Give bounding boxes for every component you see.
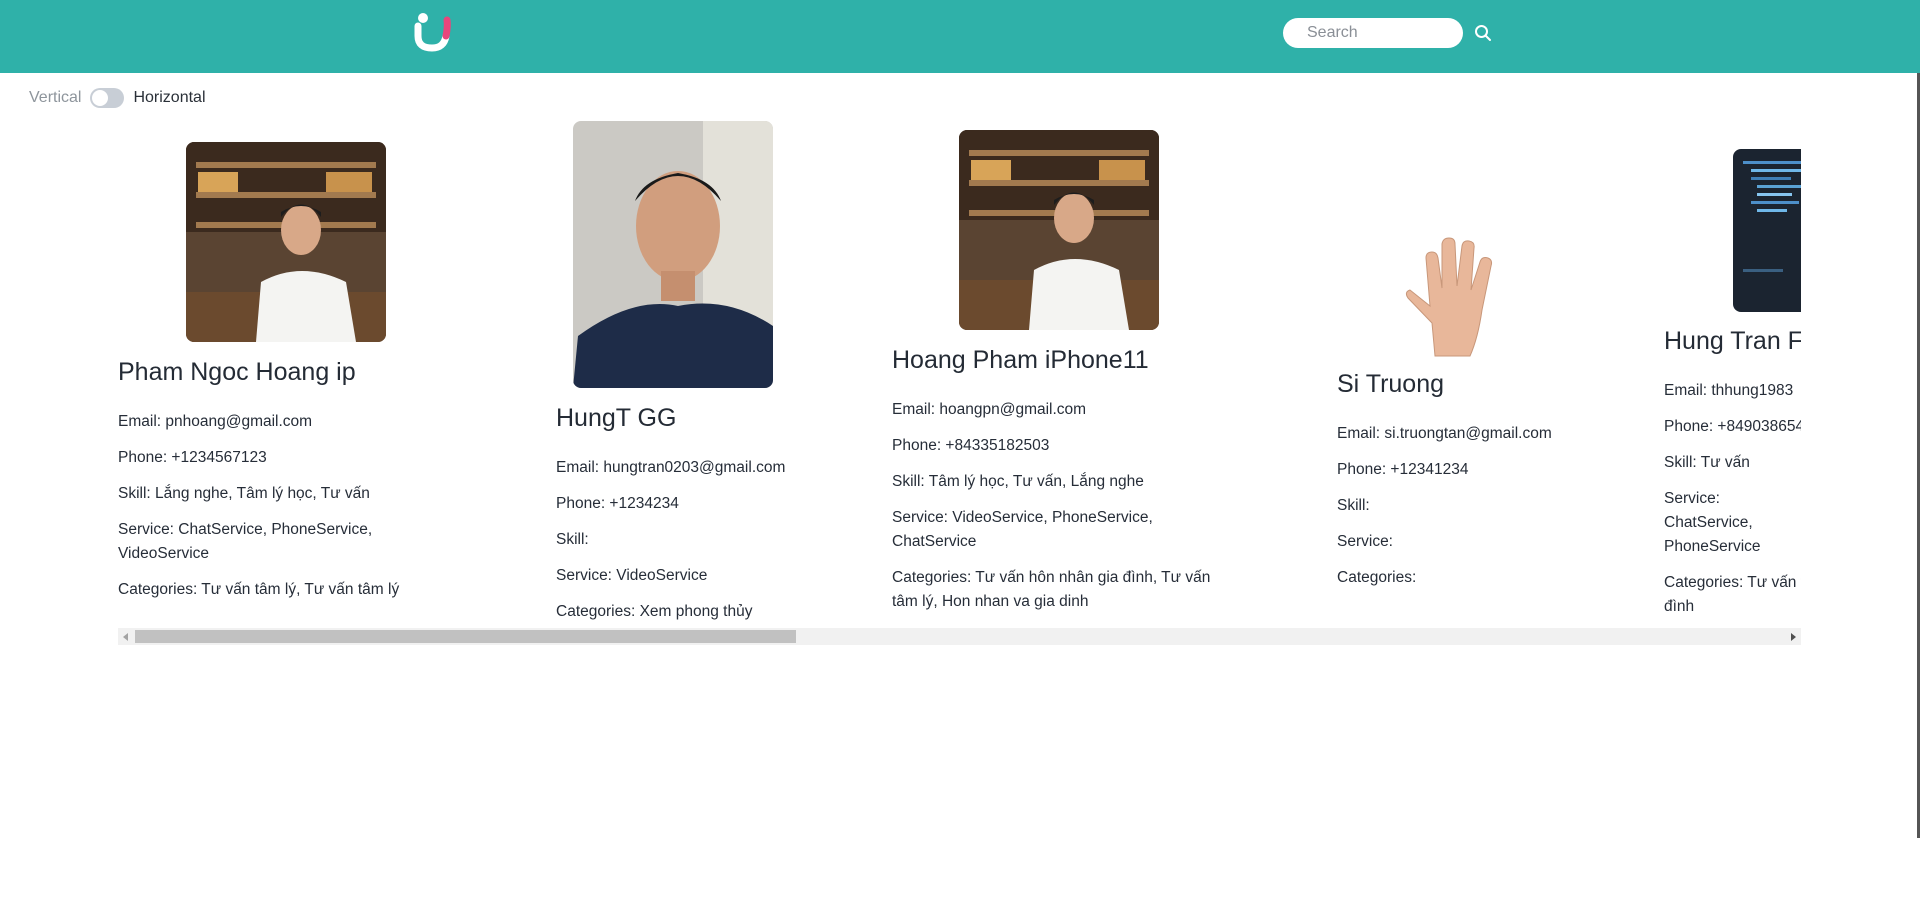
expert-skill: Skill: Tâm lý học, Tư vấn, Lắng nghe xyxy=(892,473,1144,490)
expert-categories: Categories: Tư vấn t đình xyxy=(1664,574,1801,615)
expert-service: Service: VideoService xyxy=(556,567,708,584)
expert-skill: Skill: Tư vấn xyxy=(1664,454,1750,471)
top-navigation-bar xyxy=(0,0,1920,73)
expert-skill: Skill: Lắng nghe, Tâm lý học, Tư vấn xyxy=(118,485,370,502)
expert-card[interactable]: Si Truong Email: si.truongtan@gmail.com … xyxy=(1337,370,1682,590)
expert-card[interactable]: Hung Tran Fl Email: thhung1983 Phone: +8… xyxy=(1664,327,1801,619)
brand-u-logo-icon[interactable] xyxy=(414,12,454,52)
man-selfie-photo xyxy=(573,121,773,388)
expert-photo[interactable] xyxy=(959,130,1159,330)
man-portrait-bar-photo xyxy=(186,142,386,342)
code-screen-photo xyxy=(1733,149,1801,312)
expert-service: Service: xyxy=(1337,533,1393,550)
expert-phone: Phone: +849038654 xyxy=(1664,418,1801,435)
expert-phone: Phone: +12341234 xyxy=(1337,461,1469,478)
expert-name[interactable]: Hoang Pham iPhone11 xyxy=(892,346,1237,375)
scroll-right-arrow-icon[interactable] xyxy=(1791,633,1796,641)
expert-photo[interactable] xyxy=(573,121,773,388)
expert-email: Email: pnhoang@gmail.com xyxy=(118,413,313,430)
expert-categories: Categories: xyxy=(1337,569,1417,586)
expert-name[interactable]: Si Truong xyxy=(1337,370,1682,399)
expert-phone: Phone: +1234567123 xyxy=(118,449,267,466)
search-icon[interactable] xyxy=(1474,24,1492,42)
expert-email: Email: hungtran0203@gmail.com xyxy=(556,459,786,476)
expert-card[interactable]: HungT GG Email: hungtran0203@gmail.com P… xyxy=(556,404,901,624)
man-portrait-bar-photo xyxy=(959,130,1159,330)
expert-skill: Skill: xyxy=(556,531,589,548)
expert-skill: Skill: xyxy=(1337,497,1370,514)
expert-service: Service: ChatService, PhoneService xyxy=(1664,490,1761,555)
expert-email: Email: thhung1983 xyxy=(1664,382,1794,399)
expert-categories: Categories: Tư vấn hôn nhân gia đình, Tư… xyxy=(892,569,1211,610)
expert-phone: Phone: +84335182503 xyxy=(892,437,1050,454)
expert-cards-viewport[interactable]: Pham Ngoc Hoang ip Email: pnhoang@gmail.… xyxy=(118,114,1801,628)
expert-categories: Categories: Xem phong thủy xyxy=(556,603,753,620)
search-input[interactable] xyxy=(1283,18,1463,48)
expert-name[interactable]: Pham Ngoc Hoang ip xyxy=(118,358,463,387)
expert-phone: Phone: +1234234 xyxy=(556,495,679,512)
horizontal-scrollbar[interactable] xyxy=(118,628,1801,645)
expert-photo[interactable] xyxy=(186,142,386,342)
layout-toggle-switch[interactable] xyxy=(90,88,125,108)
toggle-label-horizontal: Horizontal xyxy=(133,89,206,106)
raised-hand-photo xyxy=(1390,228,1520,358)
expert-photo[interactable] xyxy=(1390,228,1520,358)
expert-email: Email: hoangpn@gmail.com xyxy=(892,401,1087,418)
expert-card[interactable]: Pham Ngoc Hoang ip Email: pnhoang@gmail.… xyxy=(118,358,463,602)
scroll-left-arrow-icon[interactable] xyxy=(123,633,128,641)
expert-photo[interactable] xyxy=(1733,149,1801,312)
layout-toggle: Vertical Horizontal xyxy=(29,87,206,109)
search-box xyxy=(1283,18,1463,48)
toggle-label-vertical: Vertical xyxy=(29,89,82,106)
horizontal-scrollbar-thumb[interactable] xyxy=(135,630,796,643)
toggle-knob xyxy=(92,90,109,106)
expert-categories: Categories: Tư vấn tâm lý, Tư vấn tâm lý xyxy=(118,581,400,598)
expert-email: Email: si.truongtan@gmail.com xyxy=(1337,425,1552,442)
expert-name[interactable]: HungT GG xyxy=(556,404,901,433)
expert-card[interactable]: Hoang Pham iPhone11 Email: hoangpn@gmail… xyxy=(892,346,1237,614)
expert-name[interactable]: Hung Tran Fl xyxy=(1664,327,1801,356)
expert-service: Service: ChatService, PhoneService, Vide… xyxy=(118,521,373,562)
expert-service: Service: VideoService, PhoneService, Cha… xyxy=(892,509,1153,550)
